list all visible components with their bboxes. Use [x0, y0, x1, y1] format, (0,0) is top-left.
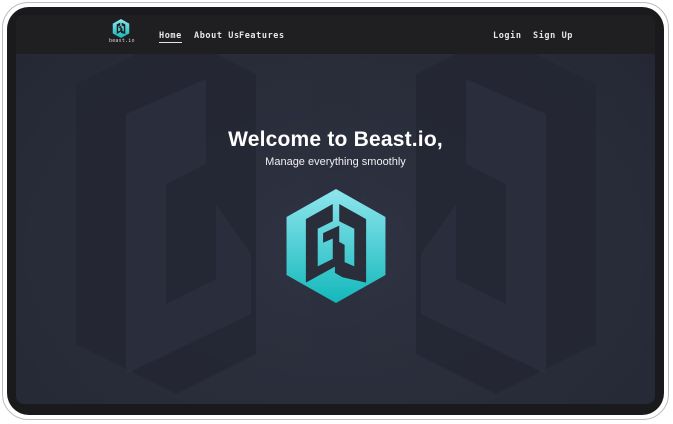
- hero-title: Welcome to Beast.io,: [228, 128, 443, 151]
- hero-subtitle: Manage everything smoothly: [265, 156, 406, 168]
- nav-home-link[interactable]: Home: [159, 31, 182, 43]
- brand-logo-icon: [112, 19, 130, 38]
- brand[interactable]: beast.io: [109, 19, 135, 44]
- brand-name: beast.io: [109, 38, 135, 44]
- nav-about-us-link[interactable]: About Us: [194, 31, 240, 41]
- top-navbar: beast.io Home About Us Features Login Si…: [16, 15, 655, 54]
- hero-logo-icon: [286, 189, 386, 303]
- nav-features-link[interactable]: Features: [239, 31, 285, 41]
- app-screen: beast.io Home About Us Features Login Si…: [16, 15, 655, 404]
- signup-link[interactable]: Sign Up: [533, 31, 573, 41]
- login-link[interactable]: Login: [493, 31, 522, 41]
